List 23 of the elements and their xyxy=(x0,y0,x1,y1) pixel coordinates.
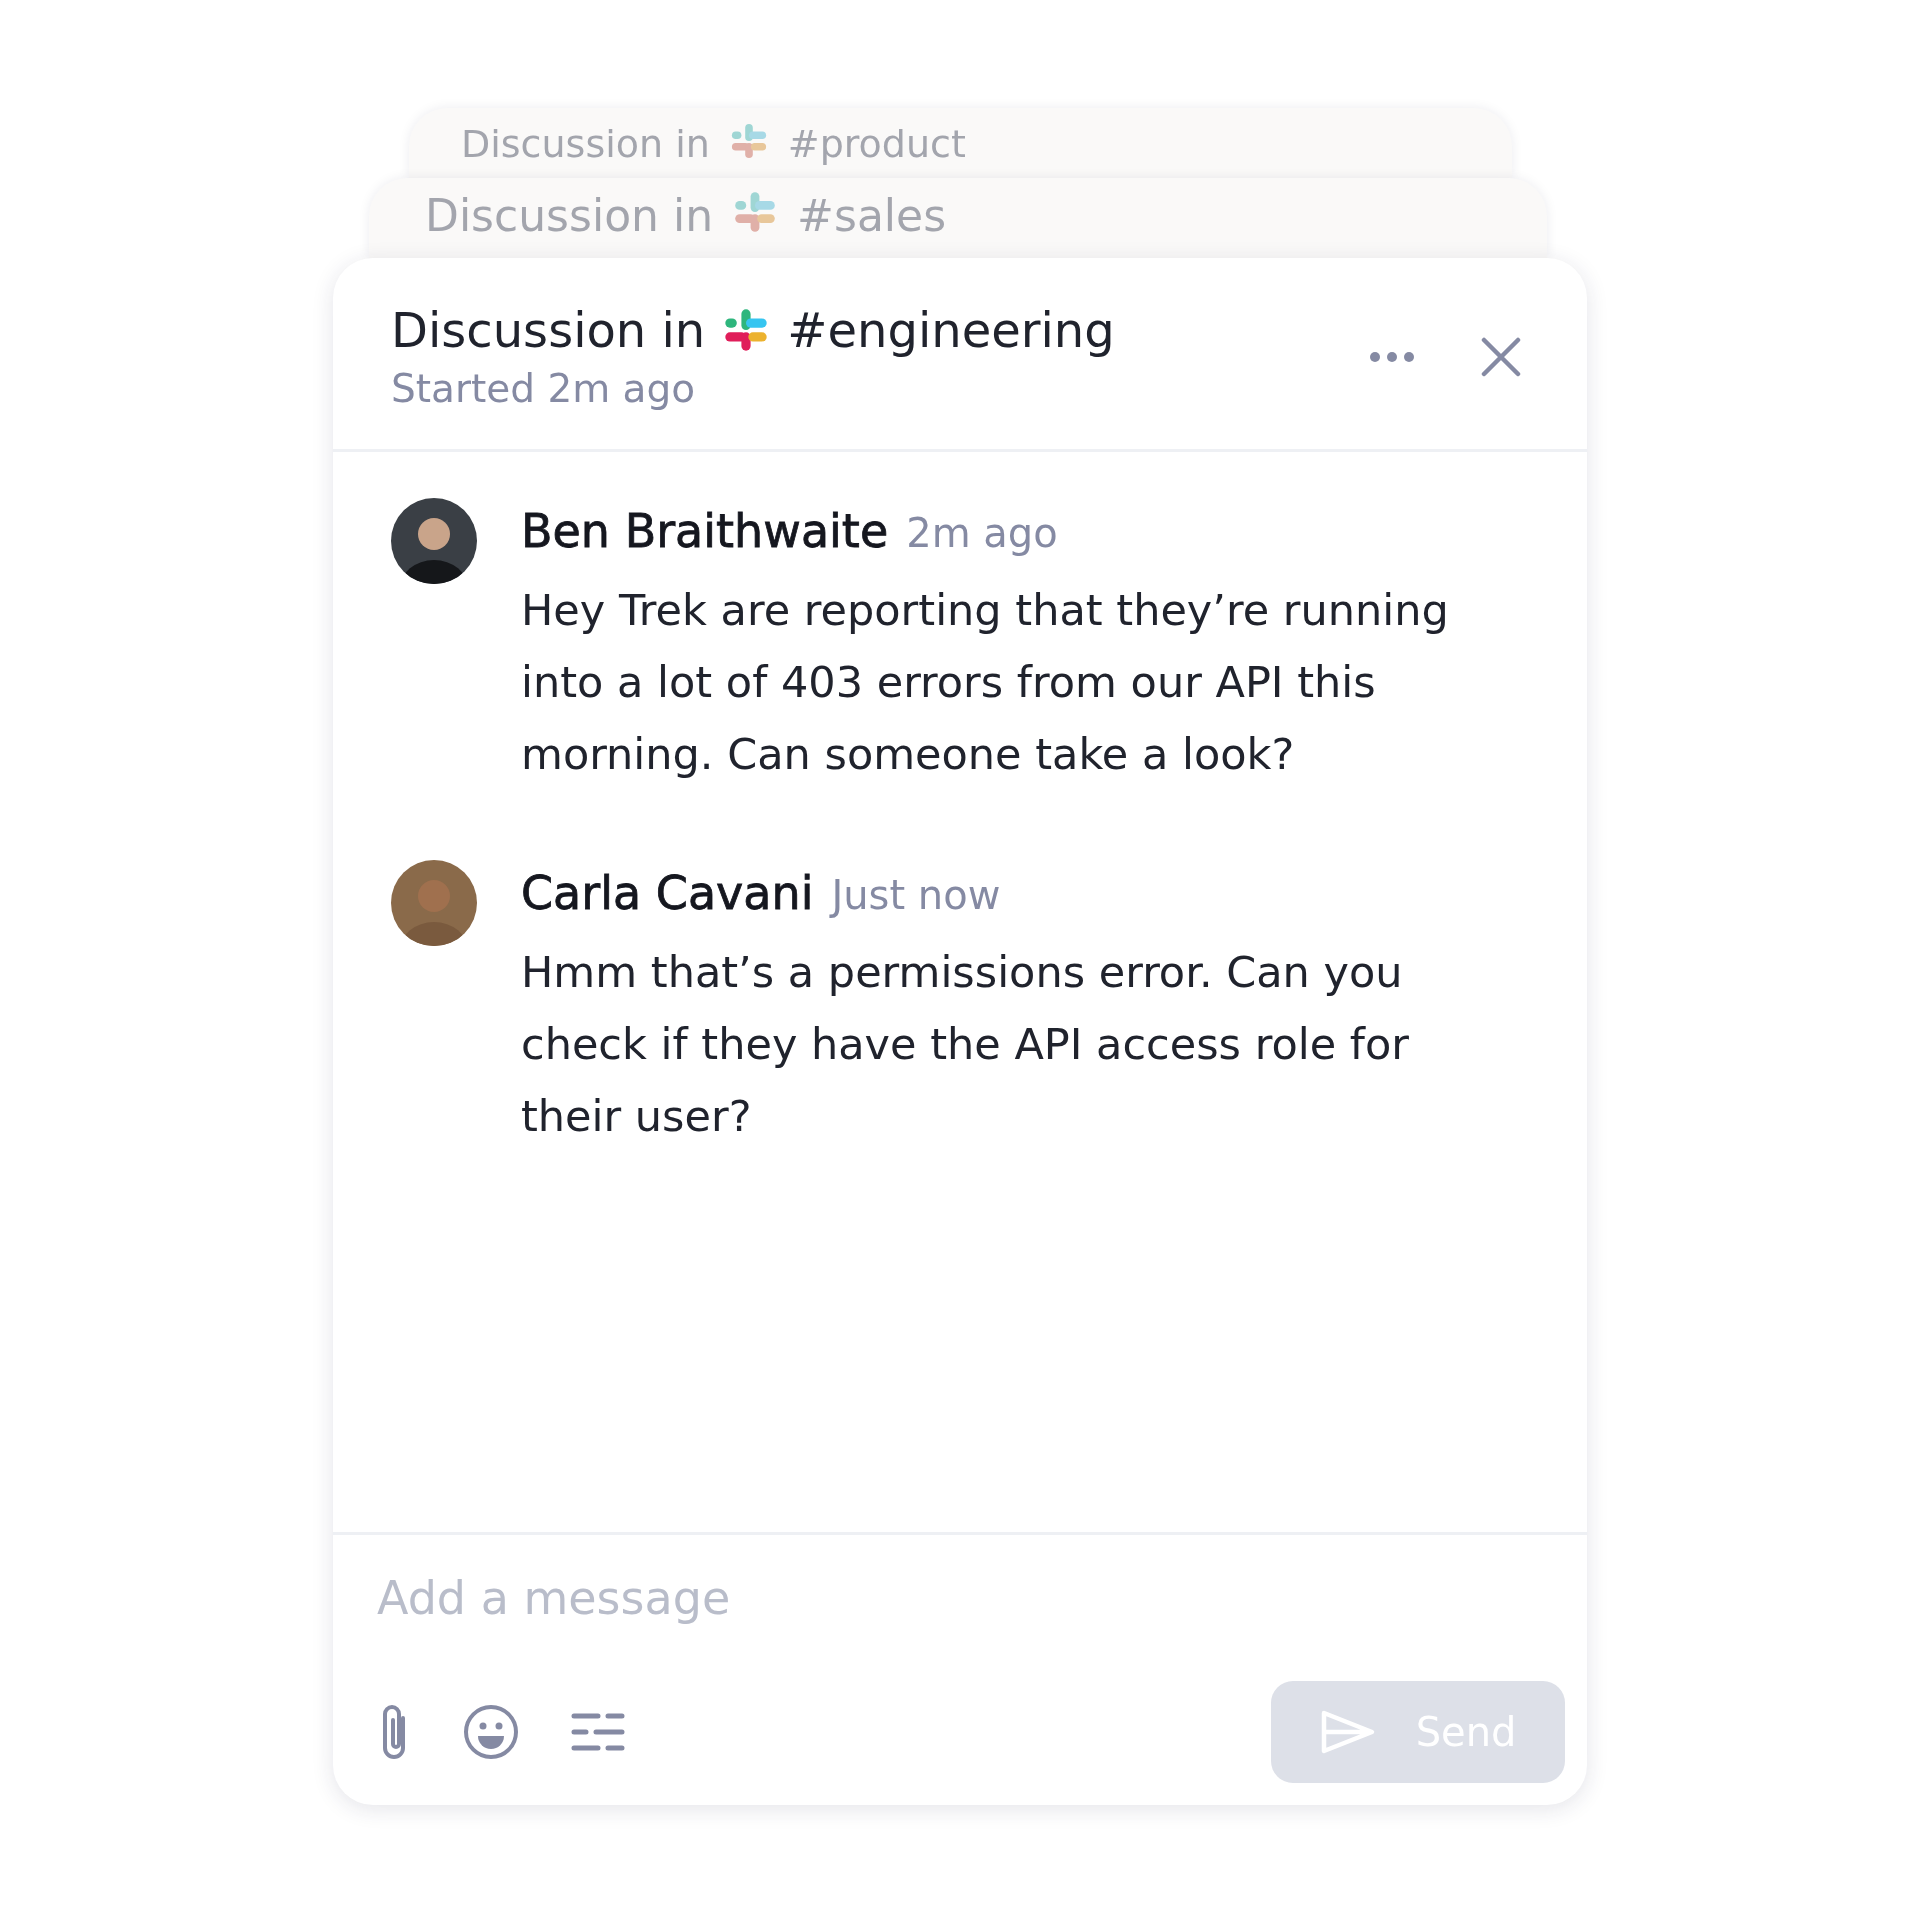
thread-subtitle: Started 2m ago xyxy=(391,366,697,411)
message-time: 2m ago xyxy=(906,510,1058,556)
close-icon xyxy=(1481,336,1521,377)
channel-name: #engineering xyxy=(787,302,1115,358)
channel-name: #product xyxy=(787,122,966,168)
message-time: Just now xyxy=(831,872,1001,918)
emoji-button[interactable] xyxy=(463,1704,519,1760)
send-icon xyxy=(1319,1709,1376,1755)
slack-icon xyxy=(729,122,768,160)
slack-icon xyxy=(723,307,770,353)
format-button[interactable] xyxy=(571,1712,625,1752)
format-icon xyxy=(571,1712,625,1752)
thread-title: Discussion in xyxy=(461,122,710,168)
more-icon xyxy=(1369,350,1415,363)
author-name: Carla Cavani xyxy=(521,866,814,920)
author-name: Ben Braithwaite xyxy=(521,504,889,558)
slack-icon xyxy=(733,190,778,234)
thread-title: Discussion in xyxy=(391,302,706,358)
smiley-icon xyxy=(463,1704,519,1760)
message-text: Hmm that’s a permissions error. Can you check if they have the API access role for their user? xyxy=(521,946,1410,1143)
thread-title: Discussion in xyxy=(425,190,714,243)
message-text: Hey Trek are reporting that they’re running into a lot of 403 errors from our API this morning. Can someone take a look? xyxy=(521,584,1450,781)
channel-name: #sales xyxy=(797,190,947,243)
